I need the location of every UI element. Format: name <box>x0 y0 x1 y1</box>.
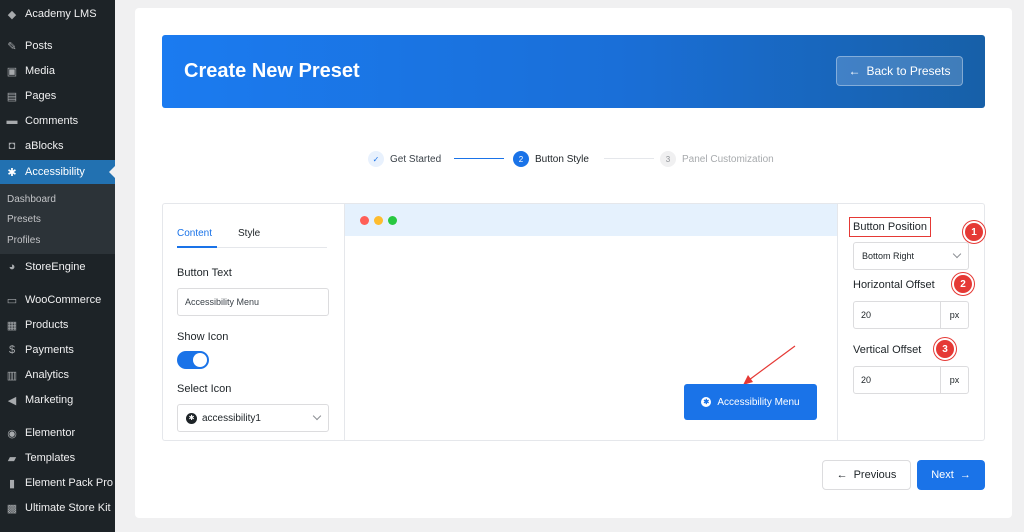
sidebar-item-ablocks[interactable]: ◘ aBlocks <box>0 134 115 158</box>
dollar-icon: $ <box>8 344 16 356</box>
submenu-item-dashboard[interactable]: Dashboard <box>7 194 56 205</box>
window-dot-red <box>360 216 369 225</box>
sidebar-item-products[interactable]: ▦ Products <box>0 313 115 337</box>
elementor-icon: ◉ <box>7 427 17 440</box>
show-icon-label: Show Icon <box>177 331 229 343</box>
accessibility-icon: ✱ <box>7 166 17 179</box>
folder-icon: ▰ <box>7 452 17 465</box>
main-card: Create New Preset ← Back to Presets ✓ Ge… <box>135 8 1012 518</box>
arrow-right-icon: → <box>959 469 971 481</box>
select-icon-dropdown[interactable]: ✱ accessibility1 <box>177 404 329 432</box>
horizontal-offset-label: Horizontal Offset <box>853 279 935 291</box>
step-button-style[interactable]: 2 Button Style <box>513 150 589 168</box>
accessibility-menu-preview-button[interactable]: ✱ Accessibility Menu <box>684 384 817 420</box>
page-title: Create New Preset <box>184 60 360 82</box>
browser-bar <box>345 204 837 236</box>
vertical-offset-label: Vertical Offset <box>853 344 922 356</box>
sidebar-item-media[interactable]: ▣ Media <box>0 59 115 83</box>
comment-icon: ▬ <box>6 115 18 127</box>
arrow-left-icon: ← <box>836 469 848 481</box>
accessibility-submenu: Dashboard Presets Profiles <box>0 184 115 254</box>
vertical-offset-input[interactable]: 20 px <box>853 366 969 394</box>
step-connector-2 <box>604 158 654 159</box>
active-tab-indicator <box>177 246 217 248</box>
check-icon: ✓ <box>368 151 384 167</box>
sidebar-item-elementor[interactable]: ◉ Elementor <box>0 421 115 445</box>
back-to-presets-button[interactable]: ← Back to Presets <box>836 56 963 86</box>
sidebar-item-academy-lms[interactable]: ◆ Academy LMS <box>0 2 115 26</box>
position-settings-panel: Button Position 1 Bottom Right Horizonta… <box>838 203 985 441</box>
admin-sidebar: ◆ Academy LMS ✎ Posts ▣ Media ▤ Pages ▬ … <box>0 0 115 532</box>
sidebar-item-templates[interactable]: ▰ Templates <box>0 446 115 470</box>
megaphone-icon: ◀ <box>7 394 17 407</box>
step-panel-customization[interactable]: 3 Panel Customization <box>660 150 774 168</box>
tab-content[interactable]: Content <box>177 228 212 239</box>
sidebar-item-posts[interactable]: ✎ Posts <box>0 34 115 58</box>
step-number-3: 3 <box>660 151 676 167</box>
sidebar-item-woocommerce[interactable]: ▭ WooCommerce <box>0 288 115 312</box>
step-connector-1 <box>454 158 504 159</box>
sidebar-item-storeengine[interactable]: ◕ StoreEngine <box>0 255 115 279</box>
chevron-down-icon <box>952 249 962 259</box>
window-dot-yellow <box>374 216 383 225</box>
sidebar-item-pages[interactable]: ▤ Pages <box>0 84 115 108</box>
box-icon: ▦ <box>6 319 18 332</box>
vertical-offset-unit[interactable]: px <box>940 367 968 393</box>
button-position-label: Button Position <box>849 217 931 237</box>
annotation-badge-3: 3 <box>934 338 956 360</box>
step-number-2: 2 <box>513 151 529 167</box>
horizontal-offset-input[interactable]: 20 px <box>853 301 969 329</box>
tab-style[interactable]: Style <box>238 228 260 239</box>
media-icon: ▣ <box>6 65 18 78</box>
content-settings-panel: Content Style Button Text Accessibility … <box>162 203 344 441</box>
sidebar-item-ultimate-store-kit[interactable]: ▩ Ultimate Store Kit <box>0 496 115 520</box>
page-banner: Create New Preset ← Back to Presets <box>162 35 985 108</box>
button-text-label: Button Text <box>177 267 232 279</box>
previous-button[interactable]: ← Previous <box>822 460 911 490</box>
woocommerce-icon: ▭ <box>6 294 18 307</box>
arrow-left-icon: ← <box>848 64 861 78</box>
horizontal-offset-unit[interactable]: px <box>940 302 968 328</box>
sidebar-item-marketing[interactable]: ◀ Marketing <box>0 388 115 412</box>
sidebar-item-payments[interactable]: $ Payments <box>0 338 115 362</box>
annotation-badge-1: 1 <box>963 221 985 243</box>
preview-area: ✱ Accessibility Menu <box>344 203 838 441</box>
storekit-icon: ▩ <box>6 502 18 515</box>
pages-icon: ▤ <box>6 90 18 103</box>
graduation-icon: ◆ <box>7 8 17 21</box>
chart-icon: ▥ <box>6 369 18 382</box>
chevron-down-icon <box>312 411 322 421</box>
pin-icon: ✎ <box>7 40 17 53</box>
step-get-started[interactable]: ✓ Get Started <box>368 150 441 168</box>
accessibility-icon: ✱ <box>701 397 712 407</box>
sidebar-item-element-pack-pro[interactable]: ▮ Element Pack Pro <box>0 471 115 495</box>
storeengine-icon: ◕ <box>8 261 16 273</box>
ablocks-icon: ◘ <box>8 140 16 152</box>
annotation-arrow <box>743 345 796 385</box>
annotation-badge-2: 2 <box>952 273 974 295</box>
window-dot-green <box>388 216 397 225</box>
select-icon-label: Select Icon <box>177 383 232 395</box>
sidebar-item-comments[interactable]: ▬ Comments <box>0 109 115 133</box>
submenu-item-presets[interactable]: Presets <box>7 214 41 225</box>
submenu-item-profiles[interactable]: Profiles <box>7 235 40 246</box>
accessibility-icon: ✱ <box>186 412 197 424</box>
sidebar-item-accessibility[interactable]: ✱ Accessibility <box>0 160 115 184</box>
button-position-dropdown[interactable]: Bottom Right <box>853 242 969 270</box>
sidebar-item-analytics[interactable]: ▥ Analytics <box>0 363 115 387</box>
next-button[interactable]: Next → <box>917 460 985 490</box>
show-icon-toggle[interactable] <box>177 351 209 369</box>
button-text-input[interactable]: Accessibility Menu <box>177 288 329 316</box>
elementpack-icon: ▮ <box>8 477 16 490</box>
